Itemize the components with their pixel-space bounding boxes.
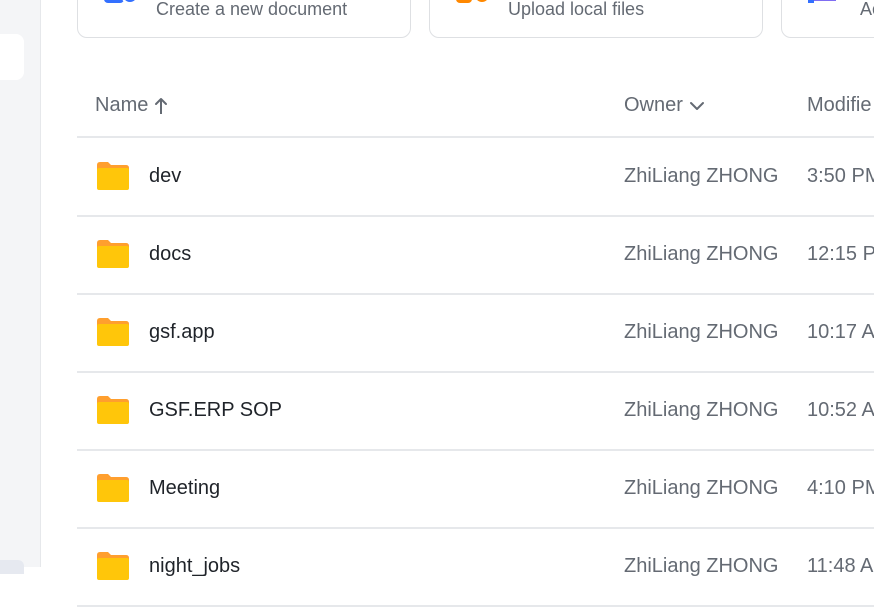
folder-icon (97, 318, 129, 346)
folder-icon (97, 240, 129, 268)
row-name[interactable]: docs (149, 243, 191, 266)
sort-ascending-icon[interactable] (154, 97, 168, 115)
row-name[interactable]: gsf.app (149, 321, 215, 344)
table-header: Name Owner Modifie (77, 84, 874, 138)
row-modified: 12:15 P (807, 243, 874, 265)
upload-files-label: Upload local files (508, 0, 645, 19)
row-modified: 10:52 A (807, 399, 874, 421)
row-owner: ZhiLiang ZHONG (624, 321, 779, 343)
table-row[interactable]: GSF.ERP SOP ZhiLiang ZHONG 10:52 A (77, 373, 874, 451)
create-document-label: Create a new document (156, 0, 348, 19)
sidebar (0, 0, 41, 574)
upload-icon (456, 0, 490, 4)
folder-icon (97, 396, 129, 424)
table-row[interactable]: dev ZhiLiang ZHONG 3:50 PM (77, 139, 874, 217)
row-owner: ZhiLiang ZHONG (624, 165, 779, 187)
row-modified: 3:50 PM (807, 165, 874, 187)
column-header-modified[interactable]: Modifie (807, 94, 871, 117)
upload-files-card[interactable]: Upload local files (429, 0, 763, 38)
folder-icon (97, 552, 129, 580)
table-row[interactable]: Meeting ZhiLiang ZHONG 4:10 PM (77, 451, 874, 529)
table-row[interactable]: night_jobs ZhiLiang ZHONG 11:48 A (77, 529, 874, 607)
folder-icon (97, 474, 129, 502)
new-document-icon (104, 0, 138, 4)
row-modified: 4:10 PM (807, 477, 874, 499)
add-icon (808, 0, 836, 3)
row-name[interactable]: GSF.ERP SOP (149, 399, 282, 422)
column-header-owner-label: Owner (624, 94, 683, 116)
column-header-modified-label: Modifie (807, 94, 872, 116)
third-action-card[interactable]: Ac (781, 0, 874, 38)
sidebar-active-item[interactable] (0, 34, 24, 80)
sidebar-bottom-item[interactable] (0, 560, 24, 574)
column-header-name[interactable]: Name (95, 94, 168, 117)
column-header-owner[interactable]: Owner (624, 94, 705, 117)
row-modified: 10:17 A (807, 321, 874, 343)
chevron-down-icon[interactable] (689, 100, 705, 112)
row-owner: ZhiLiang ZHONG (624, 477, 779, 499)
table-row[interactable]: gsf.app ZhiLiang ZHONG 10:17 A (77, 295, 874, 373)
column-header-name-label: Name (95, 94, 149, 116)
folder-icon (97, 162, 129, 190)
third-action-label: Ac (860, 0, 874, 19)
row-owner: ZhiLiang ZHONG (624, 243, 779, 265)
row-name[interactable]: Meeting (149, 477, 220, 500)
create-document-card[interactable]: Create a new document (77, 0, 411, 38)
row-name[interactable]: dev (149, 165, 181, 188)
table-row[interactable]: docs ZhiLiang ZHONG 12:15 P (77, 217, 874, 295)
row-owner: ZhiLiang ZHONG (624, 399, 779, 421)
